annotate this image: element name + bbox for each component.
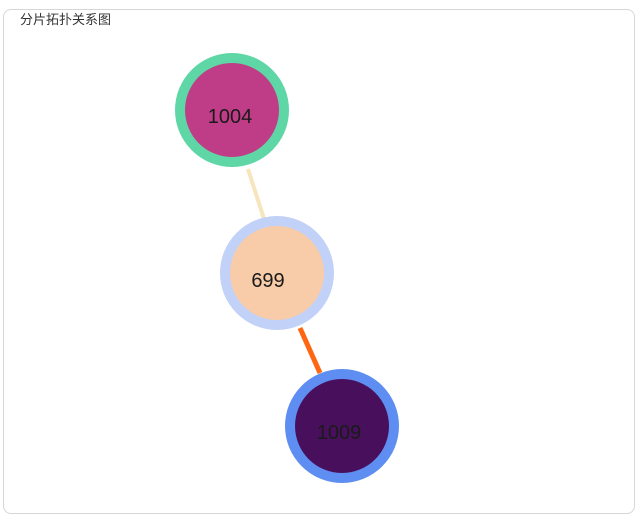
graph-node-1009[interactable]: 1009	[285, 369, 399, 483]
topology-graph: 1004 699 1009	[175, 53, 399, 483]
edge-699-1009	[297, 326, 323, 375]
node-label-699: 699	[251, 270, 284, 292]
edge-1004-699	[246, 168, 266, 220]
graph-node-699[interactable]: 699	[220, 216, 334, 330]
graph-node-1004[interactable]: 1004	[175, 53, 289, 167]
node-label-1009: 1009	[317, 422, 362, 444]
node-label-1004: 1004	[208, 106, 253, 128]
